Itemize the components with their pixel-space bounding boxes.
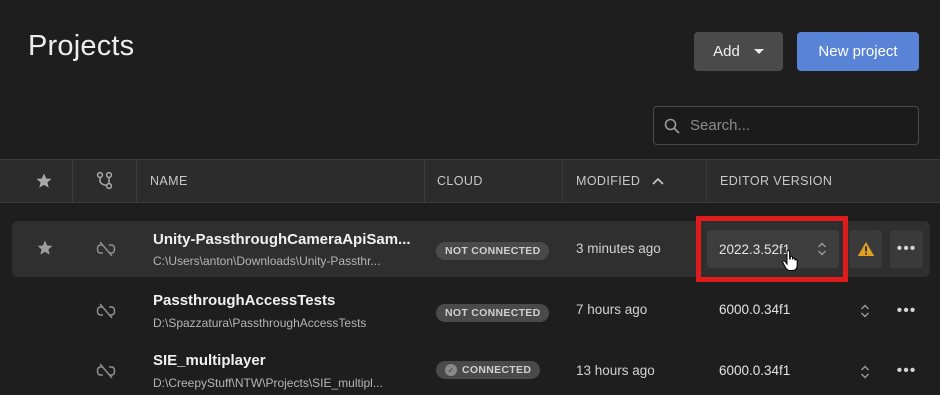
more-icon: •••	[896, 240, 917, 257]
star-column-header[interactable]	[35, 160, 53, 202]
branch-icon	[96, 171, 113, 190]
search-icon	[664, 118, 680, 133]
more-options-button[interactable]: •••	[890, 230, 923, 268]
project-name[interactable]: SIE_multiplayer	[153, 352, 266, 369]
chevron-updown-icon[interactable]	[860, 303, 870, 319]
cloud-status-label: NOT CONNECTED	[445, 245, 541, 257]
branch-column-header[interactable]	[96, 160, 114, 202]
editor-version-column-header[interactable]: EDITOR VERSION	[720, 160, 832, 202]
modified-time: 7 hours ago	[576, 302, 648, 317]
editor-version-value[interactable]: 6000.0.34f1	[719, 302, 790, 317]
cloud-status-badge: NOT CONNECTED	[436, 304, 550, 322]
chevron-down-icon	[753, 49, 764, 54]
cloud-status-label: CONNECTED	[462, 364, 532, 376]
page-title: Projects	[28, 30, 135, 62]
modified-time: 3 minutes ago	[576, 241, 661, 256]
new-project-button[interactable]: New project	[797, 32, 919, 71]
unlinked-icon	[96, 303, 116, 319]
search-input[interactable]	[690, 117, 890, 134]
star-icon	[36, 173, 52, 188]
table-header: NAME CLOUD MODIFIED EDITOR VERSION	[0, 159, 940, 203]
table-row[interactable]: PassthroughAccessTests D:\Spazzatura\Pas…	[12, 283, 930, 339]
modified-column-header[interactable]: MODIFIED	[576, 160, 664, 202]
check-icon: ✓	[445, 364, 457, 376]
more-icon: •••	[896, 362, 917, 379]
project-name[interactable]: PassthroughAccessTests	[153, 292, 335, 309]
project-path: D:\CreepyStuff\NTW\Projects\SIE_multipl.…	[153, 376, 383, 390]
modified-column-label: MODIFIED	[576, 174, 641, 188]
sort-ascending-icon	[652, 177, 664, 185]
modified-time: 13 hours ago	[576, 363, 655, 378]
unlinked-icon	[96, 363, 116, 379]
table-row[interactable]: SIE_multiplayer D:\CreepyStuff\NTW\Proje…	[12, 341, 930, 395]
editor-version-value[interactable]: 6000.0.34f1	[719, 363, 790, 378]
add-button-label: Add	[713, 43, 740, 60]
name-column-header[interactable]: NAME	[150, 160, 188, 202]
project-path: C:\Users\anton\Downloads\Unity-Passthr..…	[153, 254, 381, 268]
project-path: D:\Spazzatura\PassthroughAccessTests	[153, 316, 367, 330]
project-name[interactable]: Unity-PassthroughCameraApiSam...	[153, 231, 411, 248]
cloud-status-badge: NOT CONNECTED	[436, 242, 550, 260]
unlinked-icon	[96, 241, 116, 257]
warning-button[interactable]	[849, 230, 882, 268]
chevron-updown-icon[interactable]	[860, 364, 870, 380]
cloud-status-badge: ✓ CONNECTED	[436, 361, 541, 379]
more-options-button[interactable]: •••	[890, 292, 923, 330]
cloud-status-label: NOT CONNECTED	[445, 307, 541, 319]
more-icon: •••	[896, 302, 917, 319]
cloud-column-header[interactable]: CLOUD	[437, 160, 483, 202]
search-box[interactable]	[653, 106, 919, 145]
highlight-annotation	[696, 216, 848, 282]
more-options-button[interactable]: •••	[890, 352, 923, 390]
add-button[interactable]: Add	[694, 32, 783, 71]
star-icon[interactable]	[36, 239, 54, 257]
warning-icon	[857, 242, 874, 256]
